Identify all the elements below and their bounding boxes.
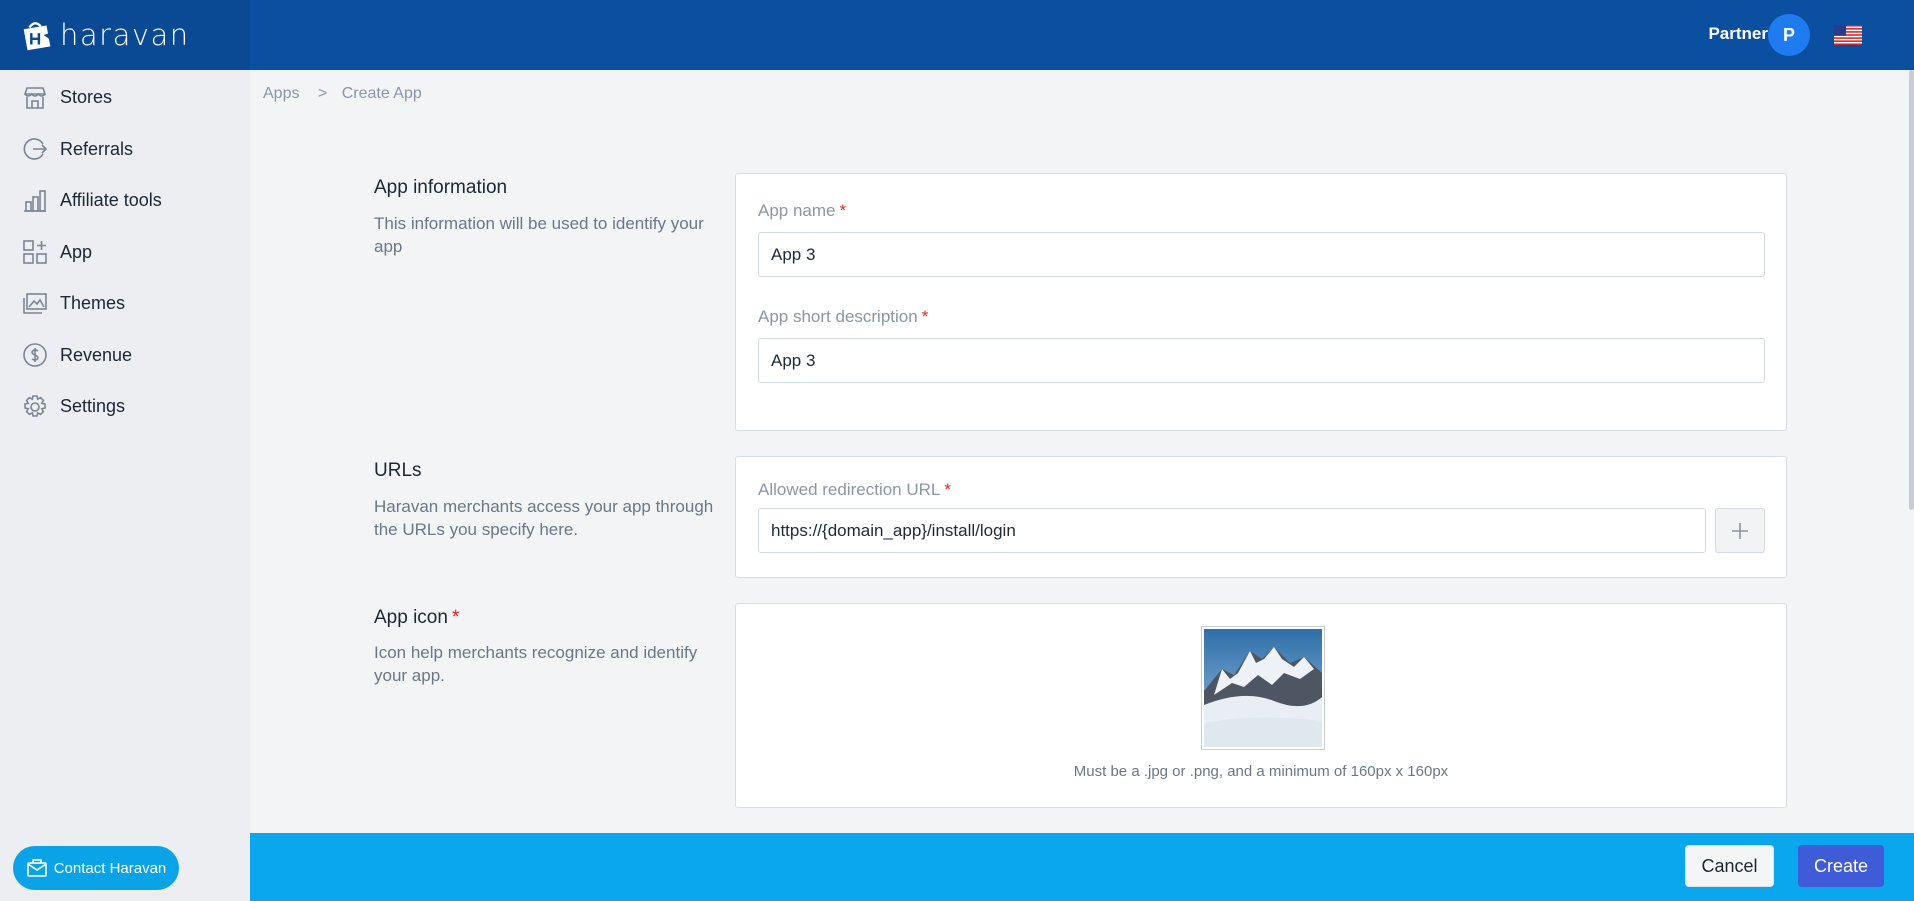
sidebar-item-affiliate-tools[interactable]: Affiliate tools (0, 175, 250, 227)
bar-chart-icon (22, 188, 48, 214)
app-icon-description: Icon help merchants recognize and identi… (374, 643, 698, 685)
sidebar-item-settings[interactable]: Settings (0, 381, 250, 433)
contact-icon (26, 859, 47, 877)
avatar[interactable]: P (1768, 14, 1810, 56)
action-footer: Cancel Create (250, 833, 1914, 901)
app-name-input[interactable] (758, 232, 1765, 277)
logo[interactable]: haravan (0, 0, 250, 70)
required-marker: * (944, 480, 951, 499)
required-marker: * (451, 607, 460, 628)
app-short-description-input[interactable] (758, 338, 1765, 383)
app-grid-icon (22, 239, 48, 265)
sidebar-item-app[interactable]: App (0, 227, 250, 279)
sidebar-item-label: Affiliate tools (60, 190, 162, 211)
referral-icon (22, 136, 48, 162)
breadcrumb: Apps > Create App (263, 85, 422, 103)
urls-title: URLs (374, 460, 422, 481)
sidebar-item-label: Revenue (60, 344, 133, 365)
sidebar-item-label: Referrals (60, 138, 134, 159)
app-information-description: This information will be used to identif… (374, 214, 704, 256)
add-url-button[interactable] (1715, 508, 1765, 553)
contact-haravan-button[interactable]: Contact Haravan (13, 846, 179, 890)
breadcrumb-separator: > (317, 85, 328, 102)
app-icon-title: App icon * (374, 607, 460, 628)
scrollbar[interactable] (1909, 70, 1914, 510)
partner-label: Partner (1708, 24, 1768, 43)
urls-description: Haravan merchants access your app throug… (374, 497, 714, 539)
top-bar: Partner P (250, 0, 1914, 70)
contact-haravan-label: Contact Haravan (53, 859, 167, 877)
redirection-url-label: Allowed redirection URL * (758, 480, 951, 499)
app-icon-card: Must be a .jpg or .png, and a minimum of… (735, 603, 1787, 808)
app-short-description-label: App short description * (758, 307, 929, 326)
app-icon-hint: Must be a .jpg or .png, and a minimum of… (1073, 763, 1449, 780)
urls-card: Allowed redirection URL * (735, 456, 1787, 578)
sidebar: haravan Stores Referrals Affiliate tools… (0, 0, 250, 901)
required-marker: * (839, 201, 847, 220)
dollar-circle-icon (22, 342, 48, 368)
sidebar-item-themes[interactable]: Themes (0, 278, 250, 330)
mountain-image-icon (1204, 629, 1322, 747)
app-icon-image[interactable] (1201, 626, 1325, 750)
cancel-button[interactable]: Cancel (1685, 845, 1774, 887)
brand-name: haravan (60, 18, 190, 52)
us-flag-icon[interactable] (1834, 25, 1862, 45)
required-marker: * (921, 307, 929, 326)
sidebar-item-label: Settings (60, 396, 126, 417)
themes-icon (22, 291, 48, 317)
breadcrumb-apps-link[interactable]: Apps (263, 85, 299, 102)
sidebar-item-label: Stores (60, 87, 113, 108)
app-information-card: App name* App short description* (735, 173, 1787, 431)
store-icon (22, 85, 48, 111)
app-name-label: App name * (758, 201, 847, 220)
create-button[interactable]: Create (1798, 845, 1884, 887)
plus-icon (1732, 522, 1748, 539)
sidebar-item-label: App (60, 241, 93, 262)
gear-icon (22, 394, 48, 420)
redirection-url-input[interactable] (758, 508, 1706, 553)
sidebar-item-stores[interactable]: Stores (0, 72, 250, 124)
sidebar-item-referrals[interactable]: Referrals (0, 124, 250, 176)
breadcrumb-current: Create App (341, 85, 422, 102)
sidebar-item-revenue[interactable]: Revenue (0, 330, 250, 382)
app-information-title: App information (374, 177, 508, 198)
sidebar-item-label: Themes (60, 293, 126, 314)
haravan-logo-icon (23, 22, 51, 51)
sidebar-nav: Stores Referrals Affiliate tools App The… (0, 72, 250, 433)
